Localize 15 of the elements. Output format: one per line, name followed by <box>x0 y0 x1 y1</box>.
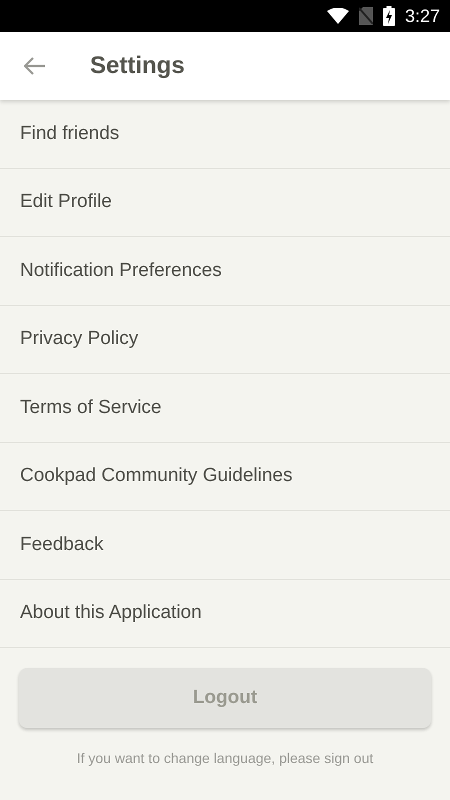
settings-item[interactable]: Privacy Policy <box>0 306 450 374</box>
settings-item[interactable]: Cookpad Community Guidelines <box>0 442 450 511</box>
settings-item[interactable]: Find friends <box>0 100 450 168</box>
status-time: 3:27 <box>404 6 440 26</box>
back-arrow-icon[interactable] <box>24 57 46 75</box>
screen-title: Settings <box>90 52 185 80</box>
settings-item[interactable]: Feedback <box>0 511 450 580</box>
battery-charging-icon <box>382 6 395 26</box>
no-sim-icon <box>358 7 373 25</box>
language-note: If you want to change language, please sign out <box>76 750 374 766</box>
wifi-icon <box>326 8 349 24</box>
settings-item[interactable]: About this Application <box>0 580 450 648</box>
settings-item[interactable]: Edit Profile <box>0 168 450 237</box>
settings-item[interactable]: Notification Preferences <box>0 237 450 306</box>
settings-item[interactable]: Terms of Service <box>0 374 450 442</box>
